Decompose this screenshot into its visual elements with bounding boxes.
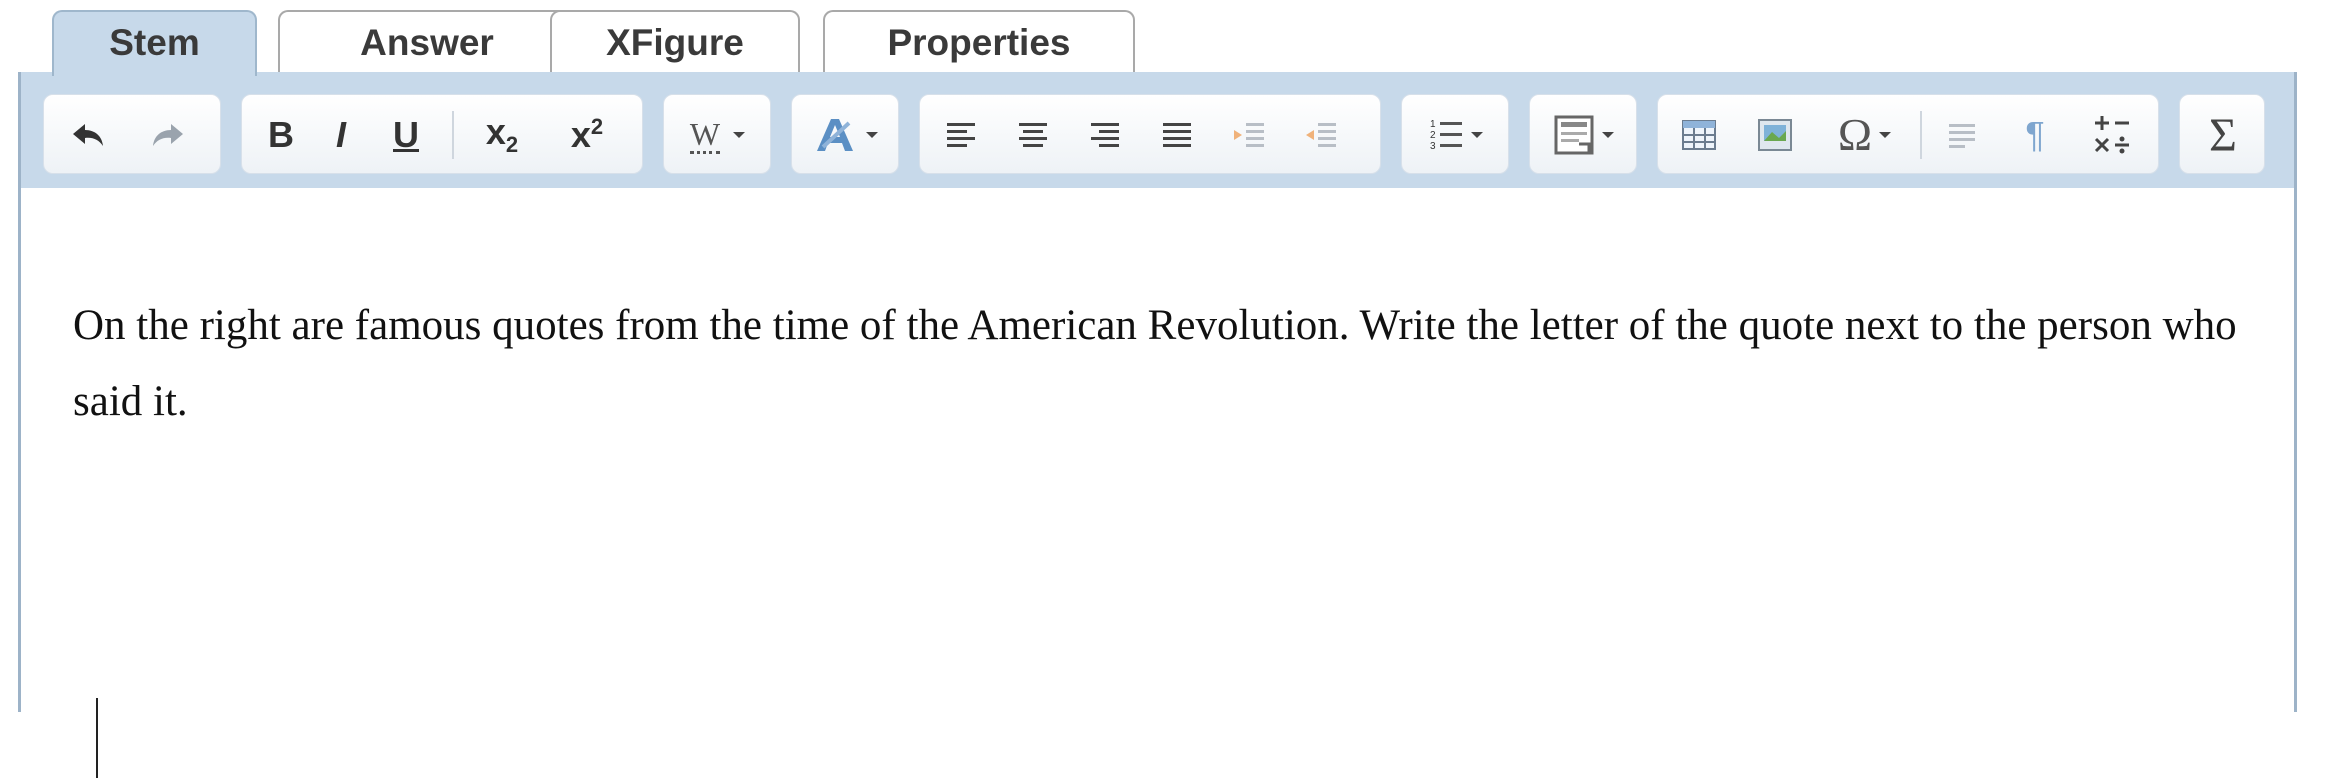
table-icon: [1682, 120, 1716, 150]
stem-paragraph: On the right are famous quotes from the …: [73, 302, 2237, 425]
numbered-list-dropdown[interactable]: 123: [1412, 95, 1502, 175]
page-layout-icon: [1554, 115, 1594, 155]
text-cursor: [96, 698, 98, 778]
underline-icon: U: [393, 114, 419, 155]
paragraph-align-icon: [1949, 124, 1975, 148]
font-style-group: [791, 94, 899, 174]
align-right-button[interactable]: [1074, 95, 1136, 175]
align-right-icon: [1091, 123, 1119, 147]
word-style-dropdown[interactable]: W: [674, 95, 764, 175]
show-formatting-button[interactable]: ¶: [2004, 95, 2066, 175]
paragraph-align-button[interactable]: [1932, 95, 1994, 175]
italic-button[interactable]: I: [316, 95, 366, 175]
outdent-button[interactable]: [1290, 95, 1352, 175]
tab-stem[interactable]: Stem: [52, 10, 257, 76]
underline-button[interactable]: U: [376, 95, 436, 175]
list-group: 123: [1401, 94, 1509, 174]
tab-properties[interactable]: Properties: [823, 10, 1135, 72]
toolbar-separator: [452, 111, 454, 159]
align-center-button[interactable]: [1002, 95, 1064, 175]
redo-icon: [153, 124, 183, 146]
numbered-list-icon: 123: [1430, 119, 1462, 152]
insert-image-button[interactable]: [1744, 95, 1806, 175]
math-operators-icon: [2094, 116, 2129, 154]
redo-button[interactable]: [132, 95, 202, 175]
insert-table-button[interactable]: [1668, 95, 1730, 175]
indent-icon: [1234, 123, 1264, 147]
special-character-dropdown[interactable]: Ω: [1818, 95, 1914, 175]
font-style-dropdown[interactable]: [802, 95, 892, 175]
math-operators-button[interactable]: [2076, 95, 2148, 175]
alignment-group: [919, 94, 1381, 174]
insert-group: Ω ¶: [1657, 94, 2159, 174]
tab-answer[interactable]: Answer: [278, 10, 576, 72]
pilcrow-icon: ¶: [2025, 114, 2045, 155]
chevron-down-icon: [1471, 132, 1483, 138]
editor-toolbar: B I U x2 x2 W 1 2 3 Ω ¶ Σ: [21, 72, 2294, 188]
justify-button[interactable]: [1146, 95, 1208, 175]
justify-icon: [1163, 123, 1191, 147]
editor-content[interactable]: On the right are famous quotes from the …: [21, 188, 2294, 778]
equation-group: Σ: [2179, 94, 2265, 174]
undo-button[interactable]: [54, 95, 124, 175]
tab-xfigure[interactable]: XFigure: [550, 10, 800, 72]
svg-text:2: 2: [1430, 130, 1436, 141]
outdent-icon: [1306, 123, 1336, 147]
omega-icon: Ω: [1837, 109, 1873, 160]
page-layout-dropdown[interactable]: [1540, 95, 1630, 175]
chevron-down-icon: [866, 132, 878, 138]
sigma-icon: Σ: [2209, 108, 2237, 162]
bold-button[interactable]: B: [256, 95, 306, 175]
undo-icon: [73, 124, 103, 146]
svg-text:1: 1: [1430, 119, 1436, 130]
chevron-down-icon: [1879, 132, 1892, 138]
image-icon: [1758, 119, 1792, 151]
rich-text-editor: B I U x2 x2 W 1 2 3 Ω ¶ Σ On the right a…: [18, 72, 2297, 778]
bold-icon: B: [268, 114, 294, 155]
superscript-button[interactable]: x2: [552, 95, 622, 175]
equation-button[interactable]: Σ: [2188, 95, 2258, 175]
word-style-group: W: [663, 94, 771, 174]
format-group: B I U x2 x2: [241, 94, 643, 174]
word-format-icon: W: [689, 115, 721, 154]
history-group: [43, 94, 221, 174]
toolbar-separator: [1920, 111, 1922, 159]
align-left-button[interactable]: [930, 95, 992, 175]
indent-button[interactable]: [1218, 95, 1280, 175]
superscript-icon: x2: [570, 114, 604, 155]
page-layout-group: [1529, 94, 1637, 174]
chevron-down-icon: [1602, 132, 1614, 138]
subscript-icon: x2: [485, 111, 519, 158]
align-left-icon: [947, 123, 975, 147]
chevron-down-icon: [733, 132, 746, 138]
align-center-icon: [1019, 123, 1047, 147]
svg-text:3: 3: [1430, 141, 1436, 152]
italic-icon: I: [335, 114, 346, 155]
subscript-button[interactable]: x2: [467, 95, 537, 175]
font-style-icon: [817, 119, 853, 151]
